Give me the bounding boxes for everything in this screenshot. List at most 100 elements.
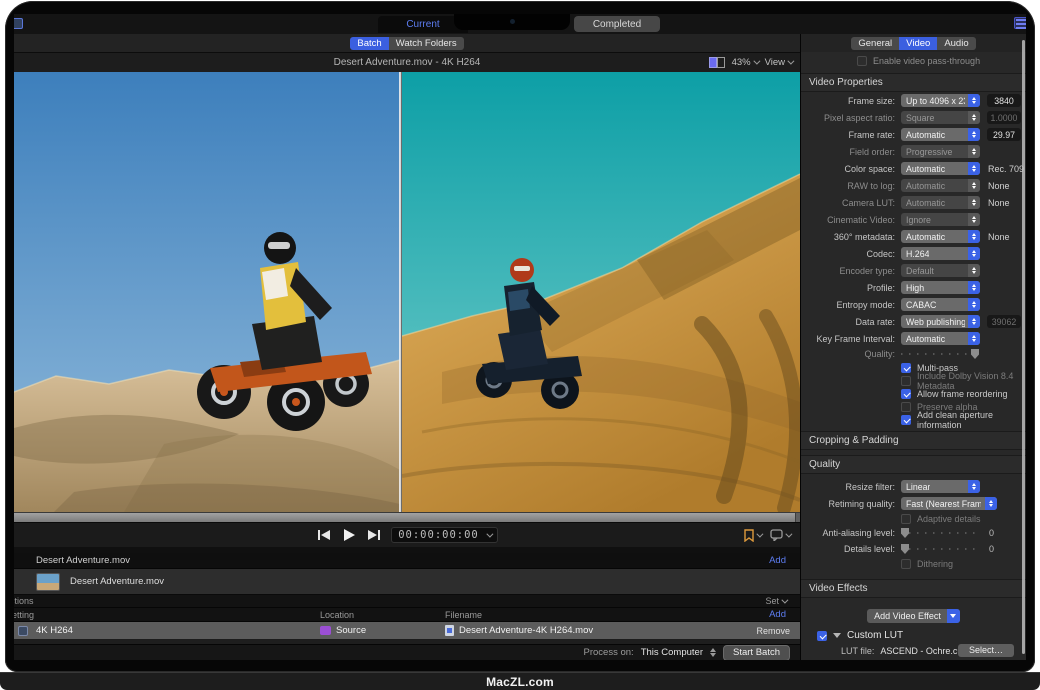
retiming-quality-label: Retiming quality: <box>801 499 895 509</box>
section-quality[interactable]: Quality <box>801 455 1026 474</box>
anti-aliasing-row: Anti-aliasing level: 0 <box>801 525 1026 541</box>
skip-back-button[interactable] <box>316 528 332 542</box>
frame-rate-field[interactable]: 29.97 <box>987 128 1021 141</box>
play-button[interactable] <box>341 528 357 542</box>
clean-aperture-checkbox[interactable] <box>901 415 911 425</box>
stepper-icon <box>968 94 980 107</box>
pass-through-checkbox[interactable] <box>857 56 867 66</box>
frame-rate-popup[interactable]: Automatic <box>901 128 980 141</box>
section-cropping-padding[interactable]: Cropping & Padding <box>801 431 1026 450</box>
compare-divider[interactable] <box>399 72 402 512</box>
pixel-aspect-field: 1.0000 <box>987 111 1021 124</box>
start-batch-button[interactable]: Start Batch <box>723 645 790 661</box>
data-rate-popup[interactable]: Web publishing <box>901 315 980 328</box>
chevron-down-icon <box>486 530 493 537</box>
metadata-360-label: 360° metadata: <box>801 232 895 242</box>
chevron-down-icon <box>756 530 763 537</box>
bookmark-menu[interactable] <box>744 529 761 542</box>
preserve-alpha-checkbox <box>901 402 911 412</box>
remove-output-button[interactable]: Remove <box>756 626 790 636</box>
job-source-row[interactable]: Desert Adventure.mov <box>14 569 800 595</box>
color-space-popup[interactable]: Automatic <box>901 162 980 175</box>
color-space-note: Rec. 709 <box>988 164 1024 174</box>
add-output-link[interactable]: Add <box>769 555 786 566</box>
data-rate-label: Data rate: <box>801 317 895 327</box>
tab-completed[interactable]: Completed <box>574 16 660 32</box>
inspector-list-icon[interactable] <box>1014 17 1026 29</box>
key-frame-interval-popup[interactable]: Automatic <box>901 332 980 345</box>
dolby-vision-row: Include Dolby Vision 8.4 Metadata <box>801 374 1026 387</box>
entropy-mode-label: Entropy mode: <box>801 300 895 310</box>
tab-watch-folders[interactable]: Watch Folders <box>389 37 464 50</box>
chevron-down-icon <box>785 530 792 537</box>
inspector-scrollbar[interactable] <box>1022 40 1025 654</box>
output-filename[interactable]: Desert Adventure-4K H264.mov <box>445 625 593 636</box>
batch-footer: Process on: This Computer Start Batch <box>14 644 800 660</box>
details-level-slider[interactable] <box>901 544 979 554</box>
stepper-icon <box>968 247 980 260</box>
codec-popup[interactable]: H.264 <box>901 247 980 260</box>
job-header-title: Desert Adventure.mov <box>36 555 130 566</box>
multi-pass-checkbox[interactable] <box>901 363 911 373</box>
display-notch <box>454 14 570 30</box>
resize-filter-popup[interactable]: Linear <box>901 480 980 493</box>
custom-lut-checkbox[interactable] <box>817 631 827 641</box>
dithering-label: Dithering <box>917 559 953 569</box>
adaptive-details-checkbox <box>901 514 911 524</box>
timecode-field[interactable]: 00:00:00:00 <box>391 527 498 543</box>
stepper-icon[interactable] <box>710 648 716 657</box>
clean-aperture-label: Add clean aperture information <box>917 410 1026 430</box>
chevron-down-icon <box>787 58 794 65</box>
frame-reordering-checkbox[interactable] <box>901 389 911 399</box>
camera-lut-label: Camera LUT: <box>801 198 895 208</box>
tab-audio[interactable]: Audio <box>937 37 975 50</box>
quality-slider-label: Quality: <box>801 349 895 359</box>
pass-through-row: Enable video pass-through <box>801 52 1026 69</box>
batch-pane: Batch Watch Folders Desert Adventure.mov… <box>14 34 800 660</box>
metadata-360-popup[interactable]: Automatic <box>901 230 980 243</box>
frame-width-field[interactable]: 3840 <box>987 94 1021 107</box>
add-video-effect-button[interactable]: Add Video Effect <box>867 609 960 623</box>
entropy-mode-popup[interactable]: CABAC <box>901 298 980 311</box>
output-row-selected[interactable]: 4K H264 Source Desert Adventure-4K H264.… <box>14 622 800 640</box>
metadata-360-note: None <box>988 232 1010 242</box>
camera-lut-note: None <box>988 198 1010 208</box>
section-video-effects[interactable]: Video Effects <box>801 579 1026 598</box>
profile-popup[interactable]: High <box>901 281 980 294</box>
camera-icon <box>510 19 515 24</box>
frame-size-popup[interactable]: Up to 4096 x 2304 <box>901 94 980 107</box>
batch-watchfolders-segment: Batch Watch Folders <box>350 37 463 50</box>
stepper-icon <box>968 298 980 311</box>
split-view-icon[interactable] <box>709 57 725 68</box>
output-location[interactable]: Source <box>320 625 366 636</box>
marker-menu[interactable] <box>770 529 790 541</box>
job-actions-row: Actions Set <box>14 595 800 608</box>
tab-video[interactable]: Video <box>899 37 937 50</box>
select-lut-button[interactable]: Select… <box>958 644 1014 657</box>
anti-aliasing-slider[interactable] <box>901 528 979 538</box>
stepper-icon <box>968 179 980 192</box>
job-thumbnail <box>36 573 60 591</box>
stepper-icon <box>968 162 980 175</box>
raw-to-log-label: RAW to log: <box>801 181 895 191</box>
process-on-value[interactable]: This Computer <box>641 647 703 658</box>
frame-rate-label: Frame rate: <box>801 130 895 140</box>
slider-thumb[interactable] <box>901 528 909 538</box>
laptop-chin: MacZL.com <box>0 672 1040 690</box>
skip-forward-button[interactable] <box>366 528 382 542</box>
cinematic-video-popup: Ignore <box>901 213 980 226</box>
details-level-value: 0 <box>989 544 994 554</box>
preview-title: Desert Adventure.mov - 4K H264 <box>334 57 481 68</box>
timeline-scrubber[interactable] <box>14 512 800 523</box>
zoom-level-menu[interactable]: 43% <box>732 57 758 68</box>
disclosure-triangle-icon[interactable] <box>833 633 841 638</box>
retiming-quality-popup[interactable]: Fast (Nearest Frame) <box>901 497 997 510</box>
set-action-menu[interactable]: Set <box>765 596 786 606</box>
transport-bar: 00:00:00:00 <box>14 523 800 547</box>
tab-general[interactable]: General <box>851 37 899 50</box>
tab-batch[interactable]: Batch <box>350 37 388 50</box>
slider-thumb[interactable] <box>901 544 909 554</box>
add-setting-link[interactable]: Add <box>769 609 786 620</box>
view-menu[interactable]: View <box>765 57 792 68</box>
clean-aperture-row: Add clean aperture information <box>801 413 1026 426</box>
